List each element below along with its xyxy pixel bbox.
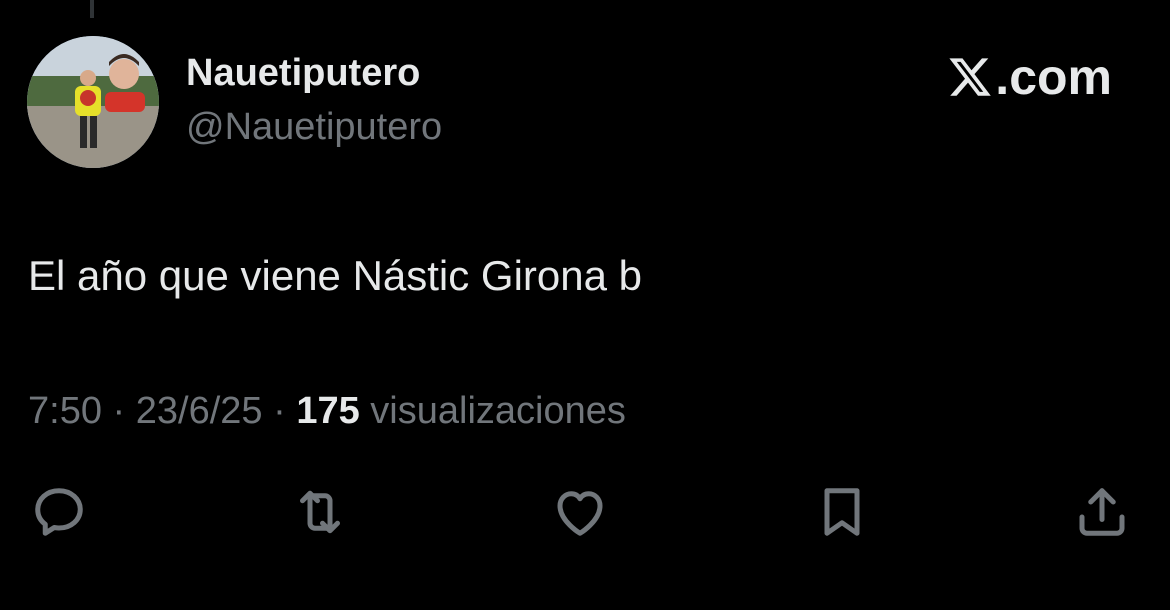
meta-separator: ·: [112, 390, 126, 432]
tweet-date[interactable]: 23/6/25: [136, 390, 263, 432]
bookmark-button[interactable]: [810, 480, 874, 544]
thread-connector-line: [90, 0, 94, 18]
avatar-image: [27, 36, 159, 168]
views-count: 175: [296, 390, 360, 432]
like-button[interactable]: [548, 480, 612, 544]
views-label: visualizaciones: [370, 390, 626, 432]
author-handle[interactable]: @Nauetiputero: [186, 106, 442, 149]
reply-icon: [35, 488, 83, 536]
tweet-text: El año que viene Nástic Girona b: [28, 252, 643, 299]
author-name[interactable]: Nauetiputero: [186, 52, 420, 95]
tweet-actions-bar: [0, 480, 1170, 550]
bookmark-icon: [824, 488, 860, 536]
tweet-meta: 7:50 · 23/6/25 · 175 visualizaciones: [28, 390, 626, 433]
x-logo-icon: [949, 58, 992, 96]
brand-suffix: .com: [995, 49, 1112, 105]
share-button[interactable]: [1070, 480, 1134, 544]
meta-separator: ·: [273, 390, 286, 432]
reply-button[interactable]: [27, 480, 91, 544]
retweet-button[interactable]: [288, 480, 352, 544]
tweet-time[interactable]: 7:50: [28, 390, 102, 432]
heart-icon: [557, 491, 603, 536]
retweet-icon: [300, 490, 340, 534]
brand-watermark: .com: [947, 48, 1112, 106]
share-icon: [1079, 488, 1125, 536]
avatar[interactable]: [27, 36, 159, 168]
